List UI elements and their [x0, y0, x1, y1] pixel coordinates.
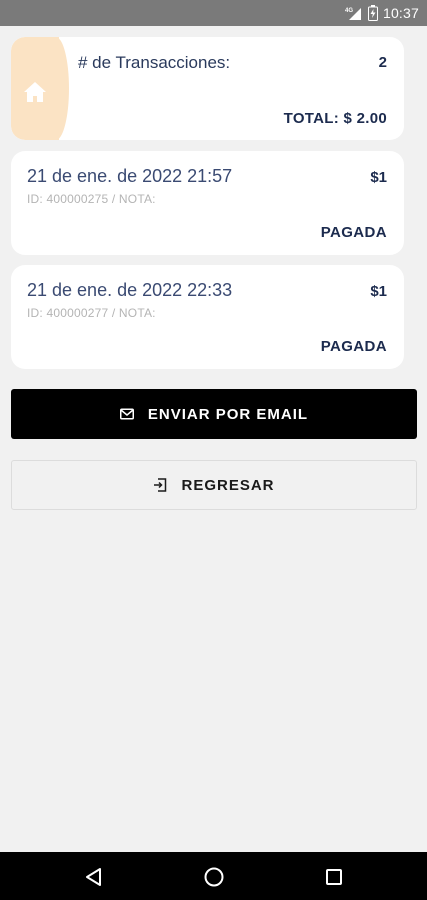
battery-icon	[367, 5, 378, 21]
total-amount: TOTAL: $ 2.00	[283, 110, 387, 127]
transactions-count-value: 2	[378, 54, 387, 71]
transaction-status: PAGADA	[320, 224, 387, 241]
status-time: 10:37	[382, 5, 419, 21]
nav-back-icon[interactable]	[82, 865, 106, 889]
transaction-amount: $1	[370, 283, 387, 300]
transaction-status: PAGADA	[320, 338, 387, 355]
transaction-card[interactable]: 21 de ene. de 2022 21:57 $1 ID: 40000027…	[11, 151, 404, 255]
transaction-date: 21 de ene. de 2022 22:33	[27, 280, 233, 300]
summary-card: # de Transacciones: 2 TOTAL: $ 2.00	[11, 37, 404, 140]
transaction-date: 21 de ene. de 2022 21:57	[27, 166, 233, 186]
back-label: REGRESAR	[181, 476, 275, 494]
nav-home-icon[interactable]	[202, 865, 226, 889]
login-arrow-icon	[153, 478, 167, 492]
transactions-count-label: # de Transacciones:	[78, 53, 231, 72]
send-email-label: ENVIAR POR EMAIL	[147, 405, 309, 423]
transaction-id-note: ID: 400000275 / NOTA:	[27, 192, 156, 206]
navigation-bar	[0, 852, 427, 900]
transaction-id-note: ID: 400000277 / NOTA:	[27, 306, 156, 320]
transaction-card[interactable]: 21 de ene. de 2022 22:33 $1 ID: 40000027…	[11, 265, 404, 369]
home-icon	[23, 81, 47, 103]
signal-icon: 4G	[345, 6, 363, 20]
nav-recents-icon[interactable]	[322, 865, 346, 889]
back-button[interactable]: REGRESAR	[11, 460, 417, 510]
transaction-amount: $1	[370, 169, 387, 186]
send-email-button[interactable]: ENVIAR POR EMAIL	[11, 389, 417, 439]
email-icon	[119, 408, 134, 420]
status-bar: 4G 10:37	[0, 0, 427, 26]
svg-text:4G: 4G	[345, 8, 353, 14]
